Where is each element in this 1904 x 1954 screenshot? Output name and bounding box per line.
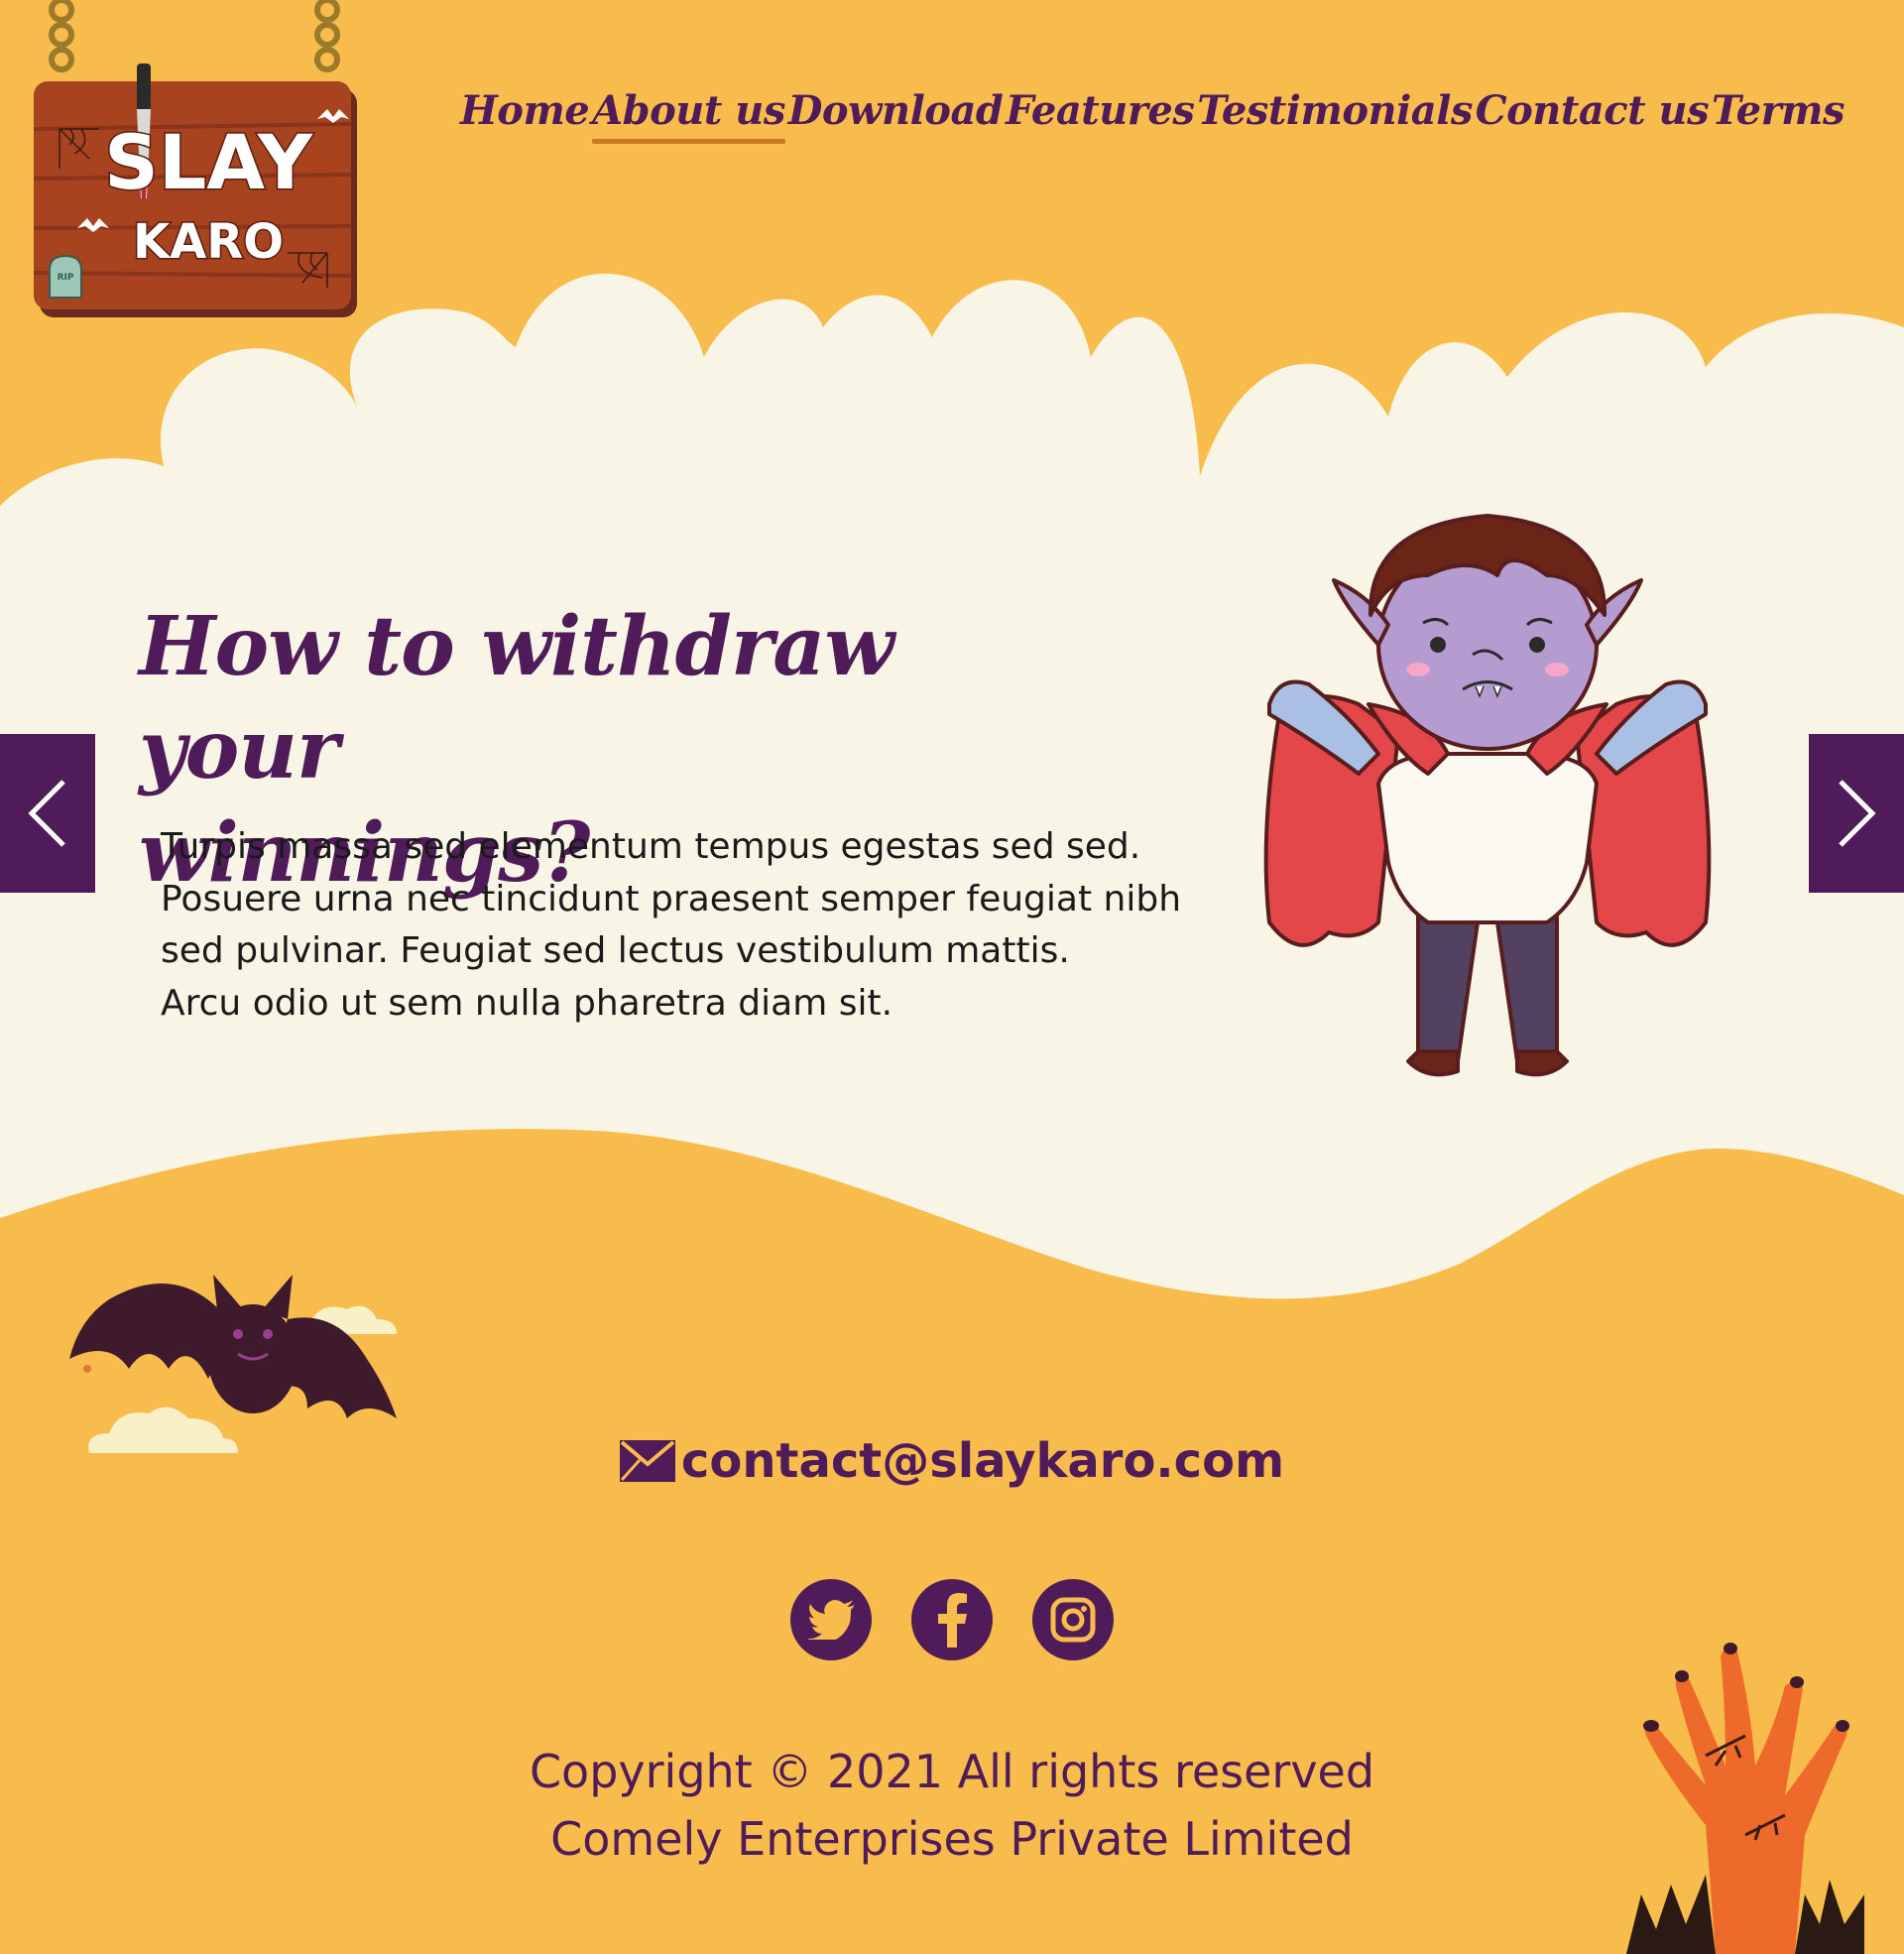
instagram-button[interactable]	[1032, 1579, 1114, 1660]
nav-contact-us[interactable]: Contact us	[1476, 87, 1710, 144]
email-link[interactable]: contact@slaykaro.com	[681, 1433, 1284, 1489]
slide-body-line: Posuere urna nec tincidunt praesent semp…	[161, 878, 1182, 919]
facebook-icon	[938, 1593, 967, 1648]
bat-illustration	[69, 1275, 397, 1453]
nav-download[interactable]: Download	[788, 87, 1004, 144]
facebook-button[interactable]	[911, 1579, 993, 1660]
carousel-prev-button[interactable]	[0, 734, 95, 893]
slide-body: Turpis massa sed elementum tempus egesta…	[161, 821, 1212, 1030]
chevron-left-icon	[28, 780, 65, 847]
nav-terms[interactable]: Terms	[1712, 87, 1845, 144]
slide-body-line: Arcu odio ut sem nulla pharetra diam sit…	[161, 982, 893, 1024]
slide-title-line1: How to withdraw your	[139, 599, 894, 797]
chevron-right-icon	[1839, 780, 1876, 847]
logo-line1: SLAY	[104, 118, 313, 206]
twitter-button[interactable]	[790, 1579, 872, 1660]
social-links	[0, 1579, 1904, 1660]
nav-home[interactable]: Home	[460, 87, 590, 144]
mail-icon	[619, 1440, 675, 1482]
slay-karo-logo[interactable]: RIP SLAY KARO	[30, 0, 367, 327]
twitter-icon	[807, 1600, 855, 1640]
slide-body-line: sed pulvinar. Feugiat sed lectus vestibu…	[161, 930, 1070, 971]
copyright: Copyright © 2021 All rights reserved Com…	[0, 1738, 1904, 1873]
company-name: Comely Enterprises Private Limited	[550, 1812, 1354, 1866]
tomb-text: RIP	[58, 273, 74, 283]
contact-email: contact@slaykaro.com	[0, 1433, 1904, 1489]
logo-line2: KARO	[133, 214, 284, 270]
nav-features[interactable]: Features	[1006, 87, 1195, 144]
slide-body-line: Turpis massa sed elementum tempus egesta…	[161, 826, 1141, 867]
vampire-illustration	[1263, 514, 1712, 1077]
instagram-icon	[1050, 1597, 1096, 1643]
carousel-next-button[interactable]	[1809, 734, 1904, 893]
main-nav: Home About us Download Features Testimon…	[460, 87, 1844, 144]
nav-about-us[interactable]: About us	[592, 87, 785, 144]
nav-testimonials[interactable]: Testimonials	[1197, 87, 1473, 144]
copyright-line1: Copyright © 2021 All rights reserved	[529, 1745, 1375, 1798]
